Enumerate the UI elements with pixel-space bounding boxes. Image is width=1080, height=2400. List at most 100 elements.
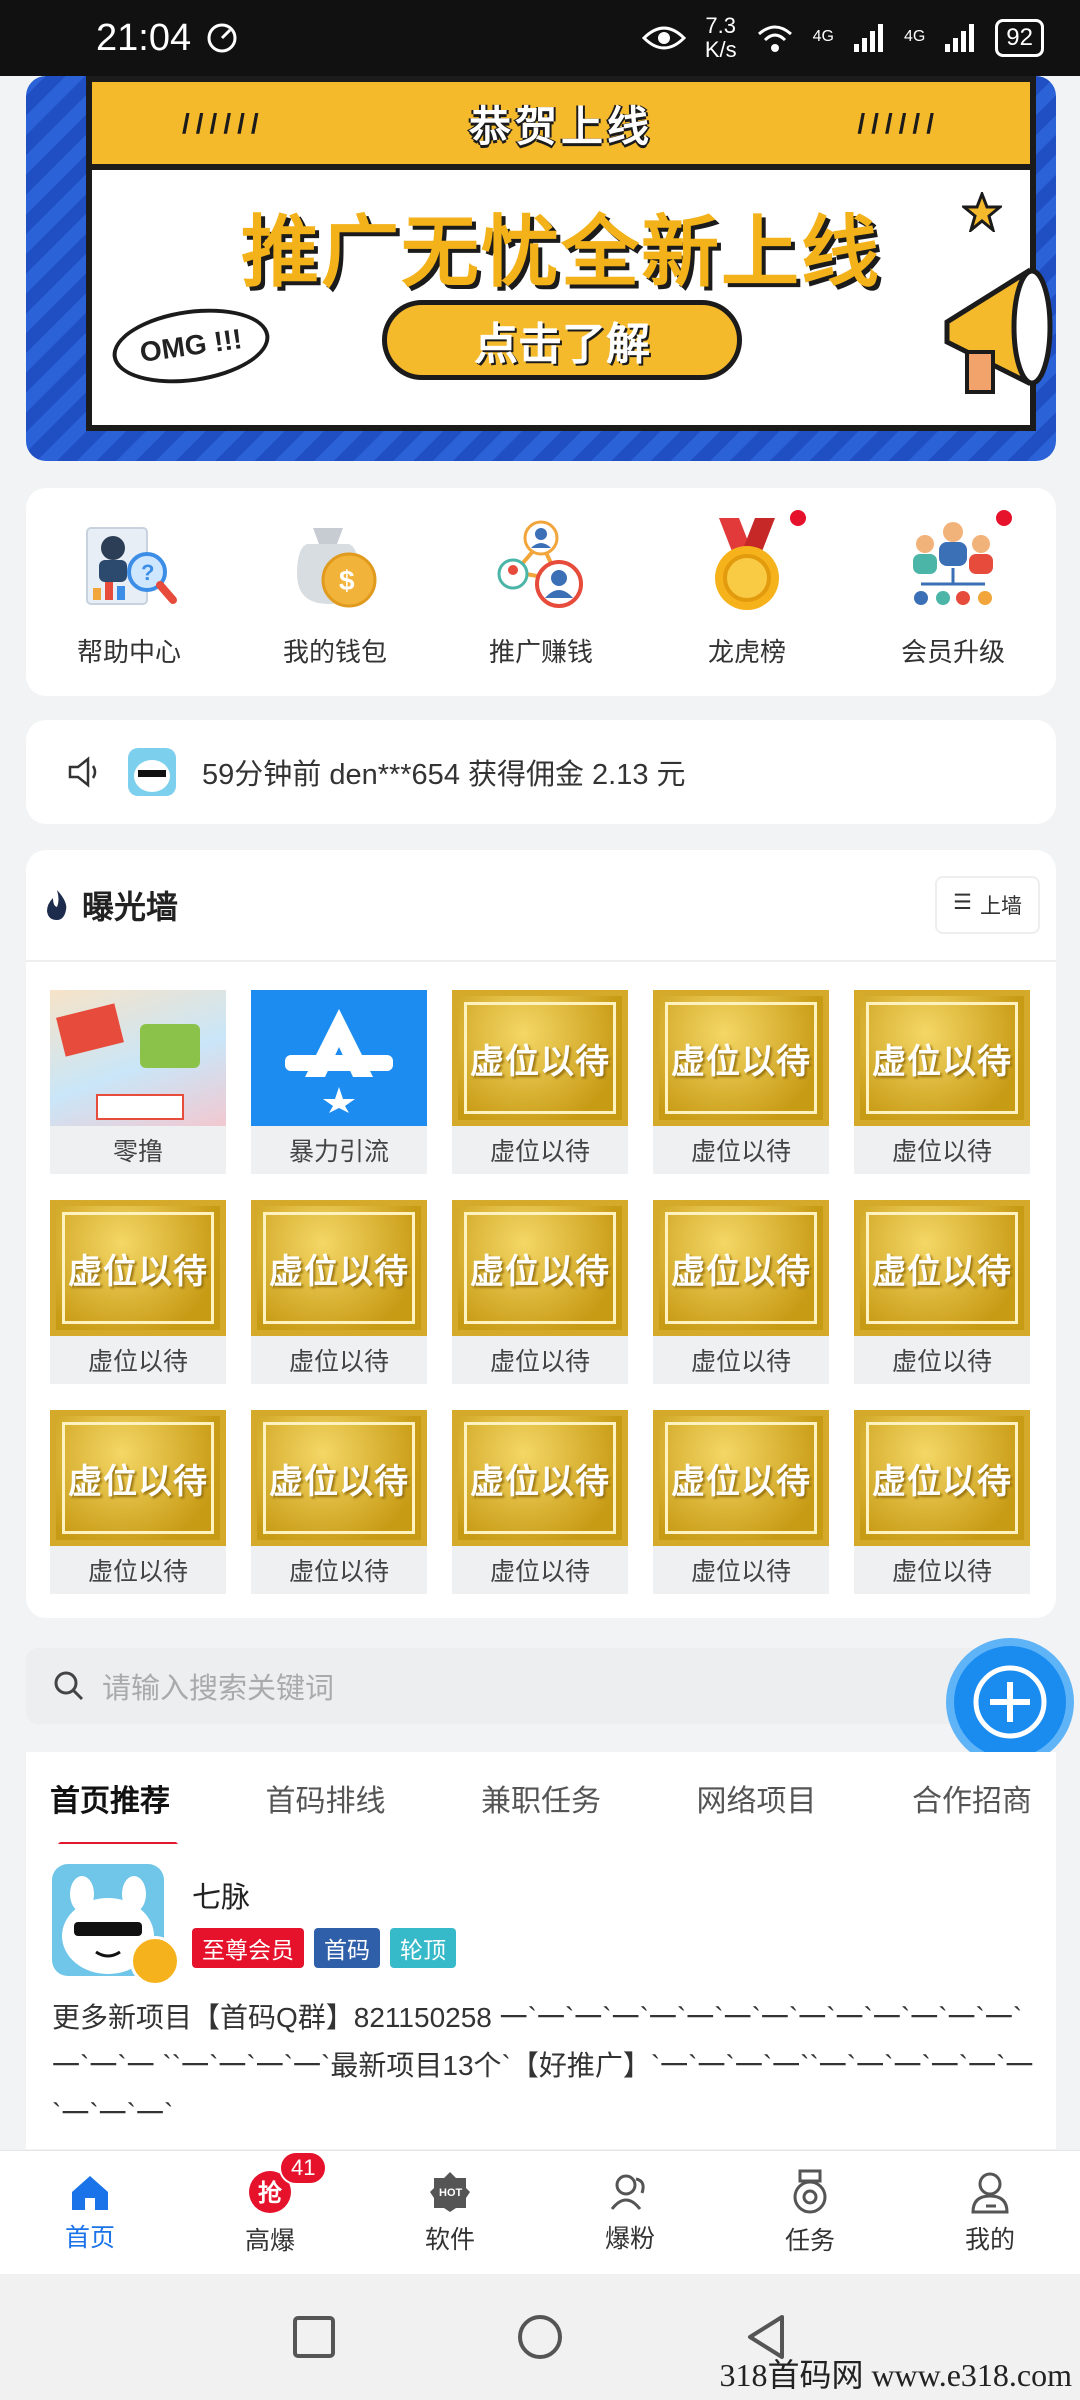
exposure-wall: 曝光墙 ☰ 上墙 零撸 暴力引流 虚位以待 虚位以待 虚位以待 虚位以待 虚位以待虚… xyxy=(26,850,1056,1618)
tab-online-projects[interactable]: 网络项目 xyxy=(697,1752,817,1844)
tab-part-time-tasks[interactable]: 兼职任务 xyxy=(481,1752,601,1844)
recent-apps-icon[interactable] xyxy=(292,2315,336,2359)
menu-member-upgrade[interactable]: 会员升级 xyxy=(868,488,1038,669)
nav-home[interactable]: 首页 xyxy=(15,2172,165,2254)
member-upgrade-icon xyxy=(913,522,993,605)
signal-icon xyxy=(853,24,883,52)
exposure-wall-header: 曝光墙 ☰ 上墙 xyxy=(26,850,1056,962)
promo-banner[interactable]: 恭贺上线 ////// ////// 推广无忧全新上线 点击了解 OMG !!! xyxy=(26,76,1056,461)
tile-label: 虚位以待 xyxy=(288,1558,389,1586)
placeholder-thumbnail: 虚位以待 xyxy=(653,990,829,1126)
wall-tile[interactable]: 虚位以待 虚位以待 xyxy=(452,1410,628,1594)
app-logo-icon xyxy=(285,1009,393,1113)
tile-label: 虚位以待 xyxy=(87,1558,188,1586)
medal-ranking-icon xyxy=(715,518,779,610)
wall-tile[interactable]: 虚位以待 虚位以待 xyxy=(653,1200,829,1384)
placeholder-thumbnail: 虚位以待 xyxy=(50,1200,226,1336)
placeholder-thumbnail: 虚位以待 xyxy=(251,1410,427,1546)
list-icon: ☰ xyxy=(953,891,972,914)
plus-icon xyxy=(973,1665,1047,1739)
nav-tasks[interactable]: 任务 xyxy=(735,2169,885,2257)
tile-label: 虚位以待 xyxy=(87,1348,188,1376)
tile-label: 虚位以待 xyxy=(288,1348,389,1376)
tile-label: 虚位以待 xyxy=(690,1348,791,1376)
badge-first-code: 首码 xyxy=(314,1928,380,1968)
user-avatar-icon xyxy=(128,748,176,796)
go-on-wall-button[interactable]: ☰ 上墙 xyxy=(935,876,1040,934)
wall-tile[interactable]: 虚位以待 虚位以待 xyxy=(251,1200,427,1384)
bottom-navigation: 首页 抢 41 高爆 HOT 软件 爆粉 任务 我的 xyxy=(0,2150,1080,2275)
menu-promote-earn[interactable]: 推广赚钱 xyxy=(456,488,626,669)
status-time: 21:04 xyxy=(96,16,192,59)
banner-headline: 推广无忧全新上线 xyxy=(240,208,881,296)
search-icon xyxy=(54,1671,84,1701)
wall-tile[interactable]: 虚位以待 虚位以待 xyxy=(653,990,829,1174)
post-content: 更多新项目【首码Q群】821150258 一`一`一`一`一`一`一`一`一`一… xyxy=(52,2002,1034,2129)
eye-icon xyxy=(641,26,686,50)
wall-tile[interactable]: 虚位以待 虚位以待 xyxy=(854,990,1030,1174)
tile-label: 零撸 xyxy=(112,1138,163,1166)
post-item[interactable]: 七脉 至尊会员 首码 轮顶 更多新项目【首码Q群】821150258 一`一`一… xyxy=(26,1844,1056,2149)
search-input-placeholder[interactable]: 请输入搜索关键词 xyxy=(102,1665,334,1707)
nav-fans[interactable]: 爆粉 xyxy=(555,2171,705,2255)
tile-label: 暴力引流 xyxy=(288,1138,389,1166)
menu-label: 推广赚钱 xyxy=(488,637,593,667)
wall-tile[interactable]: 虚位以待 虚位以待 xyxy=(452,990,628,1174)
menu-ranking[interactable]: 龙虎榜 xyxy=(662,488,832,669)
wall-tile[interactable]: 虚位以待 虚位以待 xyxy=(50,1200,226,1384)
svg-text:抢: 抢 xyxy=(258,2179,283,2207)
profile-icon xyxy=(971,2172,1009,2214)
status-bar: 21:04 7.3 K/s 4G 4G 92 xyxy=(0,0,1080,76)
fans-icon xyxy=(610,2174,645,2210)
tile-label: 虚位以待 xyxy=(690,1558,791,1586)
menu-help-center[interactable]: ? 帮助中心 xyxy=(44,488,214,669)
banner-decoration: ////// xyxy=(182,108,265,139)
tab-home-recommend[interactable]: 首页推荐 xyxy=(50,1752,178,1848)
hot-software-icon: HOT xyxy=(430,2172,470,2212)
tile-label: 虚位以待 xyxy=(690,1138,791,1166)
battery-indicator: 92 xyxy=(995,19,1044,57)
wall-tile[interactable]: 暴力引流 xyxy=(251,990,427,1174)
search-bar[interactable]: 请输入搜索关键词 xyxy=(26,1648,986,1724)
tab-first-code[interactable]: 首码排线 xyxy=(266,1752,386,1844)
wifi-icon xyxy=(757,25,792,52)
wall-tile[interactable]: 虚位以待 虚位以待 xyxy=(854,1410,1030,1594)
wallet-icon: $ xyxy=(297,528,377,608)
exposure-grid: 零撸 暴力引流 虚位以待 虚位以待 虚位以待 虚位以待 虚位以待 虚位以待 虚位以待虚… xyxy=(50,990,1030,1594)
wall-tile[interactable]: 虚位以待 虚位以待 xyxy=(50,1410,226,1594)
wall-tile[interactable]: 虚位以待 虚位以待 xyxy=(653,1410,829,1594)
menu-label: 龙虎榜 xyxy=(707,637,786,667)
star-icon xyxy=(962,192,1002,232)
add-post-button[interactable] xyxy=(954,1646,1066,1758)
signal-label-2: 4G xyxy=(903,28,926,45)
wall-tile[interactable]: 虚位以待 虚位以待 xyxy=(452,1200,628,1384)
menu-my-wallet[interactable]: $ 我的钱包 xyxy=(250,488,420,669)
tile-label: 虚位以待 xyxy=(489,1348,590,1376)
nav-software[interactable]: HOT 软件 xyxy=(375,2170,525,2256)
svg-text:HOT: HOT xyxy=(439,2187,463,2199)
signal-icon xyxy=(945,24,975,52)
banner-frame: 恭贺上线 ////// ////// 推广无忧全新上线 点击了解 OMG !!! xyxy=(86,76,1053,431)
placeholder-thumbnail: 虚位以待 xyxy=(452,1200,628,1336)
promote-earn-icon xyxy=(497,520,583,608)
signal-label-1: 4G xyxy=(812,28,834,45)
nav-grab[interactable]: 抢 41 高爆 xyxy=(195,2151,345,2257)
svg-text:$: $ xyxy=(339,565,355,596)
post-username[interactable]: 七脉 xyxy=(192,1874,250,1916)
banner-decoration: ////// xyxy=(857,108,940,139)
placeholder-thumbnail: 虚位以待 xyxy=(50,1410,226,1546)
wall-tile[interactable]: 零撸 xyxy=(50,990,226,1174)
menu-label: 帮助中心 xyxy=(76,637,181,667)
wall-tile[interactable]: 虚位以待 虚位以待 xyxy=(854,1200,1030,1384)
wall-tile[interactable]: 虚位以待 虚位以待 xyxy=(251,1410,427,1594)
nav-profile[interactable]: 我的 xyxy=(915,2170,1065,2256)
tile-label: 虚位以待 xyxy=(489,1558,590,1586)
task-medal-icon xyxy=(793,2169,827,2214)
home-circle-icon[interactable] xyxy=(516,2313,564,2361)
banner-learn-more-button[interactable]: 点击了解 xyxy=(382,300,742,380)
tile-label: 虚位以待 xyxy=(489,1138,590,1166)
tile-label: 虚位以待 xyxy=(891,1348,992,1376)
tab-partnership[interactable]: 合作招商 xyxy=(912,1752,1032,1844)
commission-notice[interactable]: 59分钟前 den***654 获得佣金 2.13 元 xyxy=(26,720,1056,824)
category-tabs: 首页推荐 首码排线 兼职任务 网络项目 合作招商 xyxy=(26,1752,1056,1848)
